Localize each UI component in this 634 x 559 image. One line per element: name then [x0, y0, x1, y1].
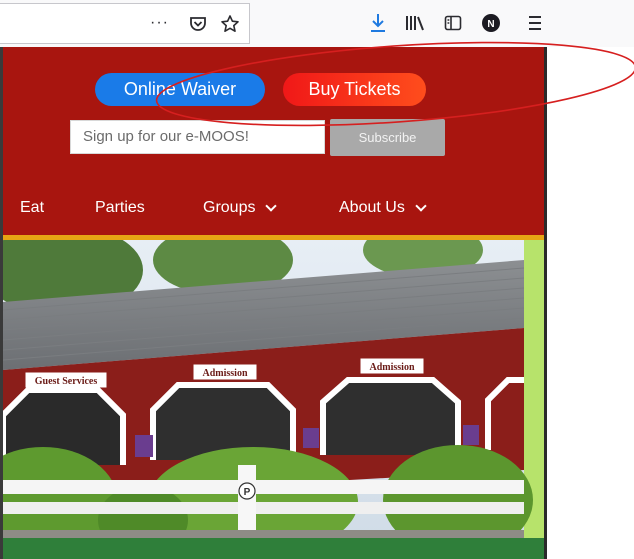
site-header: Online Waiver Buy Tickets Sign up for ou…: [3, 47, 544, 237]
url-bar[interactable]: ···: [0, 3, 250, 44]
library-icon[interactable]: [404, 10, 426, 36]
nav-item-about-us[interactable]: About Us: [339, 199, 427, 217]
email-signup-input[interactable]: Sign up for our e-MOOS!: [70, 120, 325, 154]
buy-tickets-button[interactable]: Buy Tickets: [283, 73, 426, 106]
nav-item-label: About Us: [339, 199, 405, 216]
main-nav: Eat Parties Groups About Us: [3, 195, 544, 225]
more-icon[interactable]: ···: [150, 10, 169, 36]
nav-item-parties[interactable]: Parties: [95, 199, 145, 217]
menu-icon[interactable]: [528, 10, 542, 36]
chevron-down-icon: [265, 200, 278, 212]
download-icon[interactable]: [368, 10, 388, 36]
sign-admission-2: Admission: [369, 362, 414, 373]
browser-toolbar: ··· N: [0, 0, 634, 48]
bookmark-star-icon[interactable]: [220, 11, 240, 37]
subscribe-button[interactable]: Subscribe: [330, 119, 445, 156]
hero-photo: Guest Services Admission Admission P: [3, 240, 544, 559]
blank-side-area: [547, 47, 634, 559]
online-waiver-button[interactable]: Online Waiver: [95, 73, 265, 106]
nav-item-label: Groups: [203, 199, 256, 216]
chevron-down-icon: [415, 200, 427, 212]
sign-admission-1: Admission: [202, 368, 247, 379]
account-icon[interactable]: N: [480, 10, 502, 36]
parking-sign: P: [244, 487, 251, 498]
nav-item-label: Parties: [95, 199, 145, 216]
sign-guest-services: Guest Services: [35, 376, 98, 387]
pocket-icon[interactable]: [188, 11, 208, 37]
nav-item-label: Eat: [20, 199, 45, 216]
svg-text:N: N: [487, 19, 494, 30]
sidebar-icon[interactable]: [443, 10, 463, 36]
nav-item-groups[interactable]: Groups: [203, 199, 278, 217]
nav-item-eat[interactable]: Eat: [20, 199, 44, 217]
